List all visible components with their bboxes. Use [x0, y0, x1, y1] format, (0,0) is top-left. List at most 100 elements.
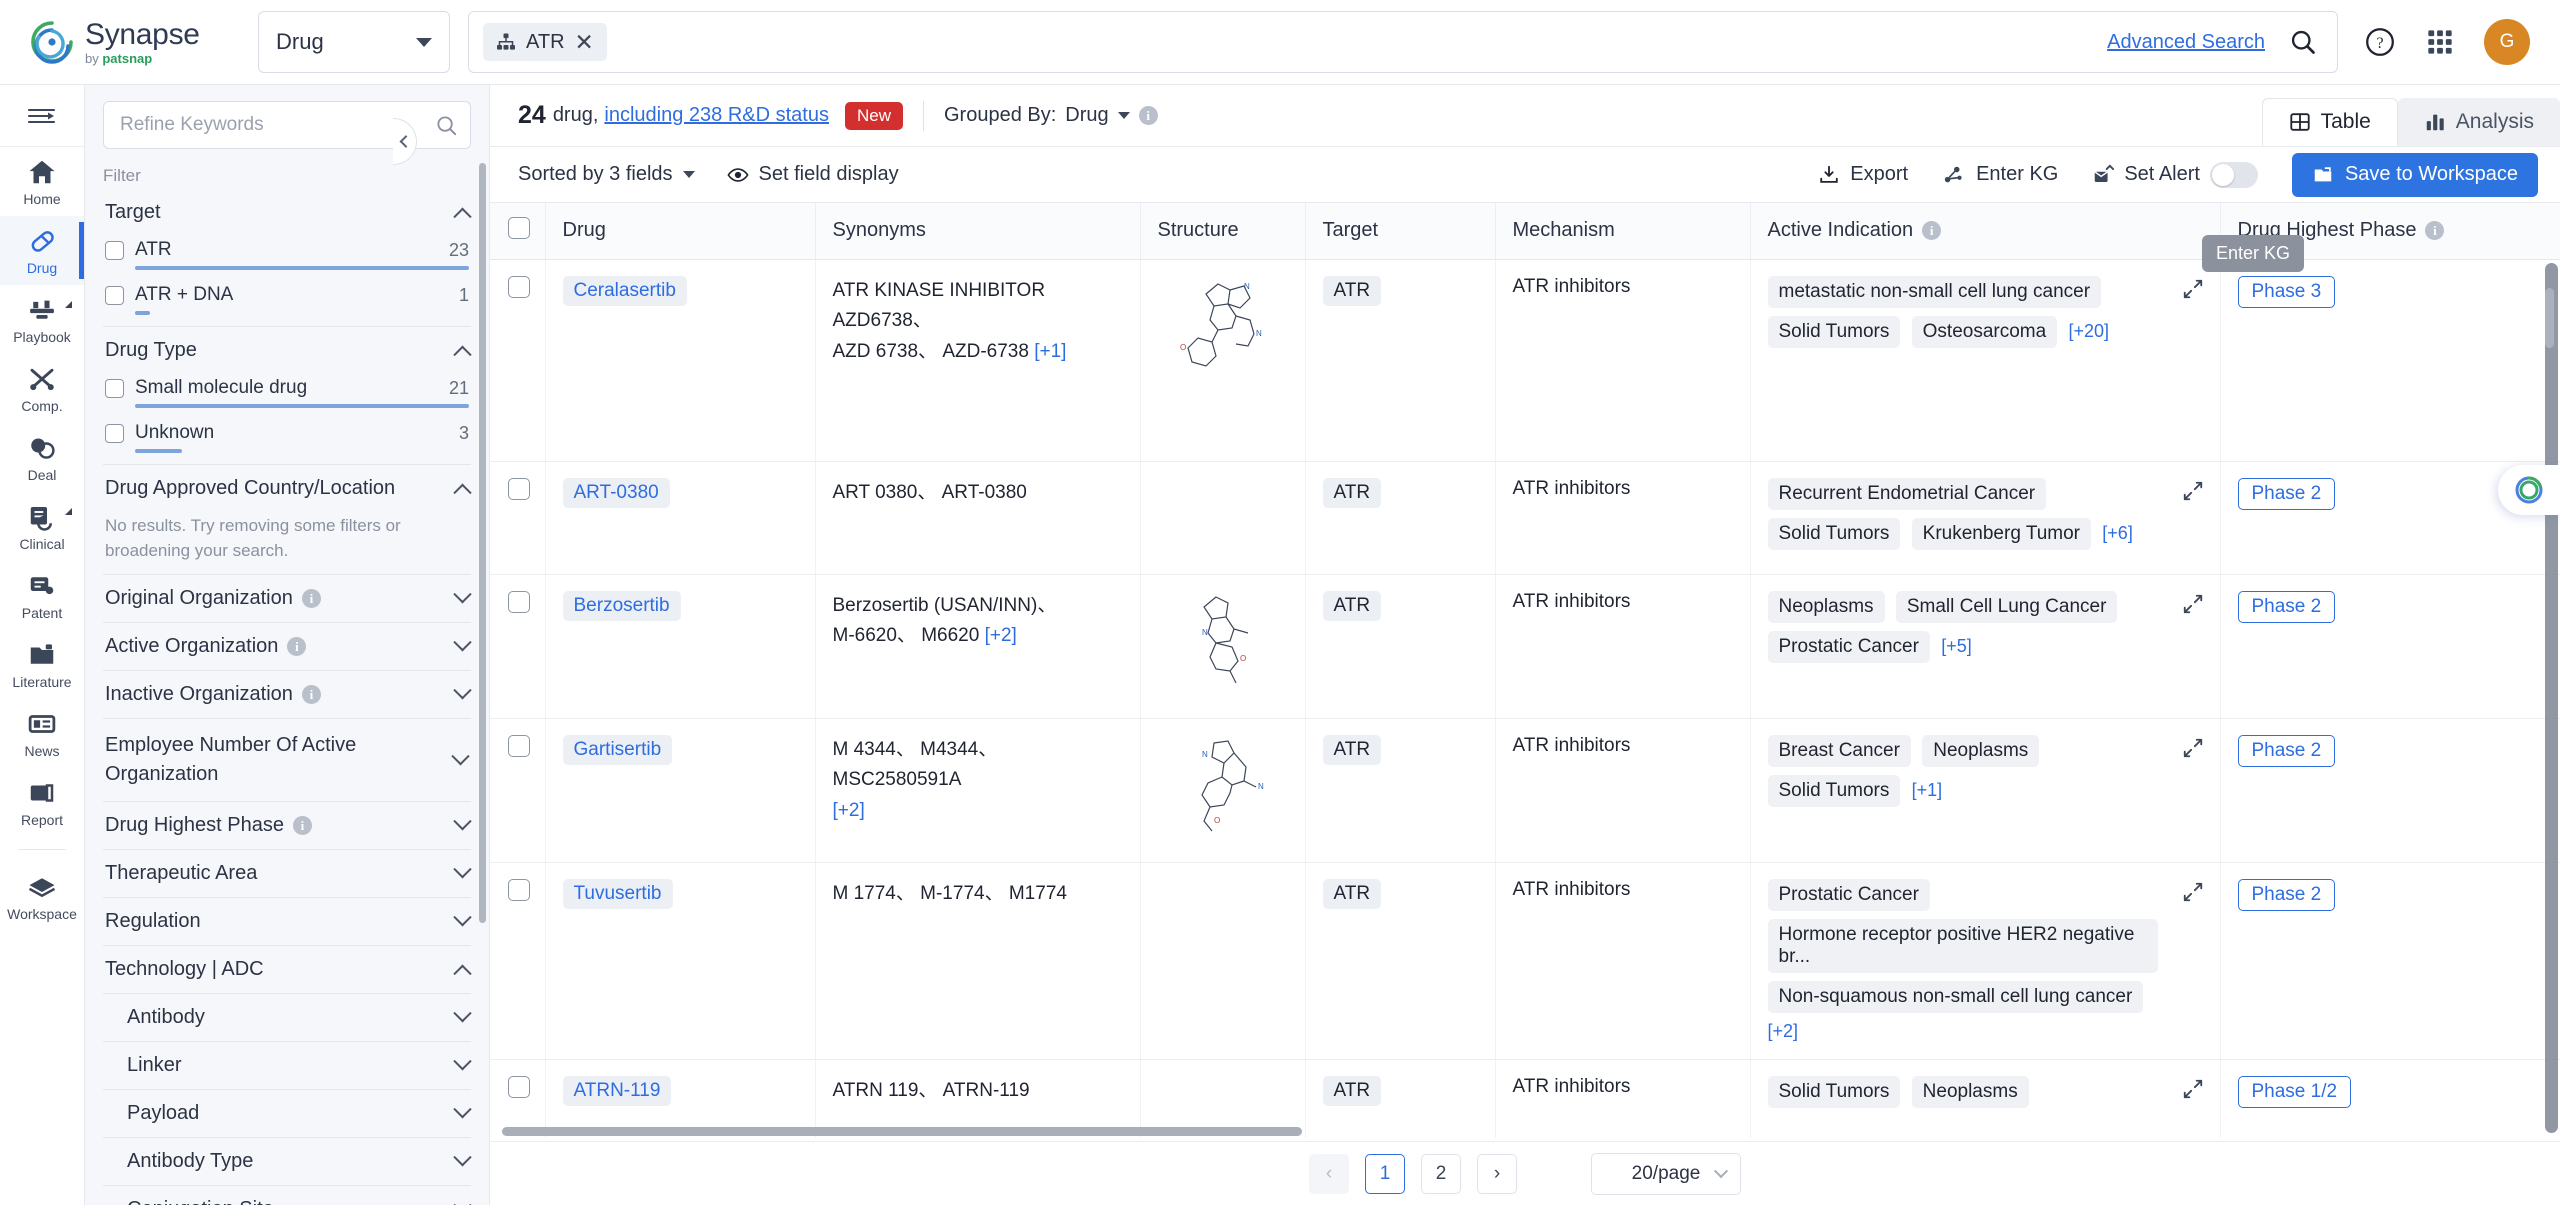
- row-checkbox[interactable]: [508, 275, 530, 298]
- sidebar-item-deal[interactable]: Deal: [0, 423, 84, 492]
- search-icon[interactable]: [435, 114, 458, 137]
- indication-tag[interactable]: Prostatic Cancer: [1767, 630, 1930, 663]
- target-tag[interactable]: ATR: [1322, 1075, 1382, 1106]
- column-structure[interactable]: Structure: [1140, 203, 1306, 260]
- molecule-structure-icon[interactable]: N O N: [1158, 276, 1288, 381]
- indication-tag[interactable]: metastatic non-small cell lung cancer: [1767, 275, 2102, 308]
- row-checkbox[interactable]: [508, 590, 530, 613]
- filter-group-header[interactable]: Payload: [125, 1090, 472, 1137]
- tab-table[interactable]: Table: [2261, 98, 2398, 146]
- app-logo[interactable]: Synapse by patsnap: [28, 18, 228, 66]
- filter-group-header[interactable]: Target: [103, 189, 472, 236]
- sidebar-item-drug[interactable]: Drug: [0, 216, 84, 285]
- column-active-indication[interactable]: Active Indication i: [1750, 203, 2221, 260]
- molecule-structure-icon[interactable]: N O N: [1158, 735, 1288, 840]
- filter-group-header[interactable]: Antibody Type: [125, 1138, 472, 1185]
- indication-tag[interactable]: Breast Cancer: [1767, 734, 1911, 767]
- phase-badge[interactable]: Phase 2: [2237, 878, 2336, 911]
- synonyms-more[interactable]: [+2]: [833, 800, 865, 821]
- sidebar-item-patent[interactable]: Patent: [0, 561, 84, 630]
- drug-link[interactable]: Berzosertib: [562, 590, 681, 621]
- info-icon[interactable]: i: [2425, 221, 2445, 241]
- search-bar[interactable]: ATR ✕ Advanced Search: [468, 11, 2338, 73]
- sidebar-item-comp[interactable]: Comp.: [0, 354, 84, 423]
- table-row[interactable]: ART-0380 ART 0380、 ART-0380 ATR ATR inhi…: [490, 461, 2560, 575]
- indication-tag[interactable]: Small Cell Lung Cancer: [1895, 590, 2118, 623]
- info-icon[interactable]: i: [292, 816, 312, 836]
- target-tag[interactable]: ATR: [1322, 590, 1382, 621]
- indication-tag[interactable]: Osteosarcoma: [1911, 315, 2058, 348]
- indication-more[interactable]: [+2]: [1768, 1021, 1799, 1041]
- export-button[interactable]: Export: [1818, 163, 1908, 186]
- page-button-1[interactable]: 1: [1365, 1153, 1405, 1194]
- search-icon[interactable]: [2289, 28, 2317, 56]
- page-size-select[interactable]: 20/page: [1591, 1152, 1741, 1195]
- row-checkbox[interactable]: [508, 734, 530, 757]
- indication-more[interactable]: [+5]: [1941, 636, 1972, 656]
- info-icon[interactable]: i: [1922, 221, 1942, 241]
- phase-badge[interactable]: Phase 2: [2237, 590, 2336, 623]
- indication-tag[interactable]: Non-squamous non-small cell lung cancer: [1767, 980, 2144, 1013]
- indication-tag[interactable]: Solid Tumors: [1767, 774, 1901, 807]
- indication-more[interactable]: [+6]: [2102, 523, 2133, 543]
- target-tag[interactable]: ATR: [1322, 734, 1382, 765]
- column-drug[interactable]: Drug: [545, 203, 816, 260]
- info-icon[interactable]: i: [1138, 106, 1158, 125]
- expand-icon[interactable]: [2182, 593, 2204, 615]
- filter-option-atr[interactable]: ATR 23: [103, 236, 471, 281]
- info-icon[interactable]: i: [301, 589, 321, 609]
- expand-icon[interactable]: [2182, 480, 2204, 502]
- target-tag[interactable]: ATR: [1322, 878, 1382, 909]
- drug-link[interactable]: Gartisertib: [562, 734, 673, 765]
- drug-link[interactable]: Tuvusertib: [562, 878, 673, 909]
- filter-group-header[interactable]: Conjugation Site: [125, 1186, 472, 1205]
- checkbox[interactable]: [105, 378, 124, 398]
- avatar[interactable]: G: [2484, 19, 2530, 65]
- filter-option-small-molecule-drug[interactable]: Small molecule drug 21: [103, 374, 471, 419]
- indication-tag[interactable]: Prostatic Cancer: [1767, 878, 1930, 911]
- sidebar-item-playbook[interactable]: Playbook: [0, 285, 84, 354]
- drug-link[interactable]: ATRN-119: [562, 1075, 672, 1106]
- indication-tag[interactable]: Neoplasms: [1922, 734, 2040, 767]
- sidebar-item-news[interactable]: News: [0, 699, 84, 768]
- tab-analysis[interactable]: Analysis: [2397, 98, 2560, 146]
- phase-badge[interactable]: Phase 1/2: [2237, 1075, 2352, 1108]
- prev-page-button[interactable]: ‹: [1309, 1153, 1349, 1194]
- table-row[interactable]: Tuvusertib M 1774、 M-1774、 M1774 ATR ATR…: [490, 862, 2560, 1060]
- phase-badge[interactable]: Phase 3: [2237, 275, 2336, 308]
- sidebar-item-home[interactable]: Home: [0, 147, 84, 216]
- indication-tag[interactable]: Solid Tumors: [1767, 517, 1901, 550]
- sidebar-item-literature[interactable]: Literature: [0, 630, 84, 699]
- indication-more[interactable]: [+20]: [2068, 321, 2109, 341]
- column-synonyms[interactable]: Synonyms: [815, 203, 1141, 260]
- indication-tag[interactable]: Recurrent Endometrial Cancer: [1767, 477, 2047, 510]
- phase-badge[interactable]: Phase 2: [2237, 477, 2336, 510]
- entity-type-select[interactable]: Drug: [258, 11, 450, 73]
- expand-icon[interactable]: [2182, 1078, 2204, 1100]
- filter-group-header[interactable]: Drug Highest Phase i: [103, 802, 472, 849]
- filter-option-atr-dna[interactable]: ATR + DNA 1: [103, 281, 471, 326]
- grouped-by-control[interactable]: Grouped By: Drug i: [944, 104, 1158, 127]
- table-row[interactable]: Ceralasertib ATR KINASE INHIBITOR AZD673…: [490, 259, 2560, 462]
- info-icon[interactable]: i: [301, 685, 321, 705]
- filter-panel-scrollbar[interactable]: [479, 163, 486, 923]
- molecule-structure-icon[interactable]: N O: [1158, 591, 1288, 696]
- indication-more[interactable]: [+1]: [1912, 780, 1943, 800]
- filter-group-header[interactable]: Employee Number Of Active Organization: [103, 719, 471, 801]
- table-row[interactable]: Gartisertib M 4344、 M4344、 MSC2580591A […: [490, 718, 2560, 863]
- checkbox[interactable]: [105, 423, 124, 443]
- indication-tag[interactable]: Neoplasms: [1911, 1075, 2029, 1108]
- table-row[interactable]: Berzosertib Berzosertib (USAN/INN)、 M-66…: [490, 574, 2560, 719]
- page-button-2[interactable]: 2: [1421, 1153, 1461, 1194]
- expand-icon[interactable]: [2182, 737, 2204, 759]
- filter-group-header[interactable]: Linker: [125, 1042, 472, 1089]
- select-all-checkbox[interactable]: [508, 216, 530, 239]
- sidebar-item-report[interactable]: Report: [0, 768, 84, 837]
- close-icon[interactable]: ✕: [575, 30, 594, 54]
- checkbox[interactable]: [105, 240, 124, 260]
- grid-apps-icon[interactable]: [2426, 28, 2454, 56]
- row-checkbox[interactable]: [508, 878, 530, 901]
- table-horizontal-scrollbar[interactable]: [502, 1127, 1302, 1136]
- synonyms-more[interactable]: [+1]: [1034, 341, 1066, 362]
- question-circle-icon[interactable]: ?: [2364, 26, 2396, 58]
